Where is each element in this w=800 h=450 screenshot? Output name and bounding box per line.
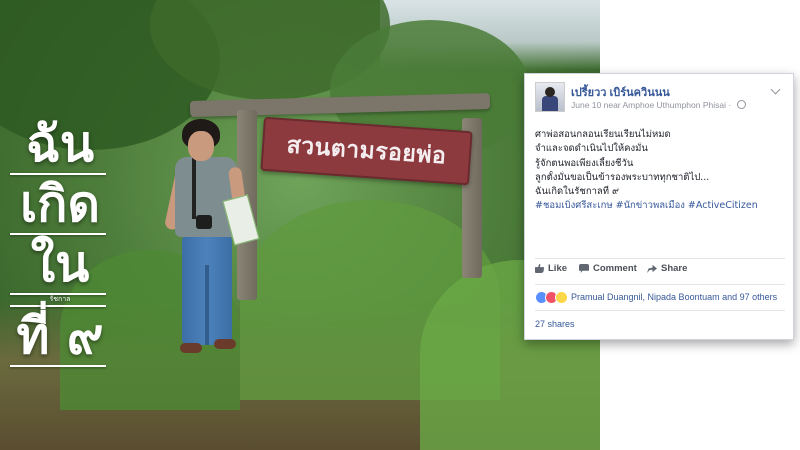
globe-icon bbox=[736, 100, 746, 109]
divider bbox=[535, 284, 785, 285]
sign-text: สวนตามรอยพ่อ bbox=[285, 132, 448, 170]
post-author[interactable]: เปรี้ยวว เบิร์นควินนน bbox=[571, 83, 670, 101]
title-overlay: ฉัน เกิด ใน รัชกาล ที่ ๙ bbox=[0, 115, 112, 367]
title-line-4: ที่ ๙ bbox=[16, 307, 104, 365]
sandal bbox=[214, 339, 236, 349]
post-body: ศาพ่อสอนกลอนเรียนเรียนไม่หมด จำและจดดำเน… bbox=[535, 128, 785, 214]
title-line-2: เกิด bbox=[20, 175, 100, 233]
camera-icon bbox=[196, 215, 212, 229]
comment-icon bbox=[579, 264, 589, 273]
post-meta: June 10 near Amphoe Uthumphon Phisai · bbox=[571, 100, 746, 110]
avatar[interactable] bbox=[535, 82, 565, 112]
reactions-text: Pramual Duangnil, Nipada Boontuam and 97… bbox=[571, 292, 778, 302]
share-button[interactable]: Share bbox=[647, 263, 687, 274]
title-divider bbox=[10, 365, 106, 367]
sandal bbox=[180, 343, 202, 353]
post-text-line: ลูกตั้งมั่นขอเป็นข้ารองพระบาททุกชาติไป..… bbox=[535, 171, 710, 183]
post-hashtags[interactable]: #ชอมเบิ่งศรีสะเกษ #นักข่าวพลเมือง #Activ… bbox=[535, 199, 785, 213]
comment-button[interactable]: Comment bbox=[579, 263, 637, 274]
share-icon bbox=[647, 264, 657, 273]
post-text-line: ฉันเกิดในรัชกาลที่ ๙ bbox=[535, 186, 619, 198]
camera-strap bbox=[192, 157, 196, 219]
wow-reaction-icon bbox=[555, 290, 568, 304]
post-header: เปรี้ยวว เบิร์นควินนน June 10 near Ampho… bbox=[535, 82, 785, 118]
title-small-label: รัชกาล bbox=[49, 296, 71, 303]
chevron-down-icon[interactable] bbox=[770, 84, 781, 95]
divider bbox=[535, 258, 785, 259]
post-actions: Like Comment Share bbox=[535, 263, 785, 279]
comment-label: Comment bbox=[593, 263, 637, 274]
post-text-line: จำและจดดำเนินไปให้คงมั่น bbox=[535, 143, 648, 155]
divider bbox=[535, 310, 785, 311]
face bbox=[188, 131, 214, 161]
post-date-location[interactable]: June 10 near Amphoe Uthumphon Phisai bbox=[571, 100, 726, 110]
title-line-1: ฉัน bbox=[25, 115, 95, 173]
like-label: Like bbox=[548, 263, 568, 274]
post-text-line: รู้จักตนพอเพียงเลี้ยงชีวัน bbox=[535, 157, 634, 169]
reactions-summary[interactable]: Pramual Duangnil, Nipada Boontuam and 97… bbox=[535, 290, 785, 304]
title-line-3: ใน bbox=[30, 235, 90, 293]
like-icon bbox=[535, 264, 544, 273]
shares-count[interactable]: 27 shares bbox=[535, 319, 575, 329]
facebook-post-card: เปรี้ยวว เบิร์นควินนน June 10 near Ampho… bbox=[524, 73, 794, 340]
share-label: Share bbox=[661, 263, 688, 274]
person bbox=[163, 115, 270, 375]
post-text-line: ศาพ่อสอนกลอนเรียนเรียนไม่หมด bbox=[535, 129, 671, 140]
like-button[interactable]: Like bbox=[535, 263, 567, 274]
